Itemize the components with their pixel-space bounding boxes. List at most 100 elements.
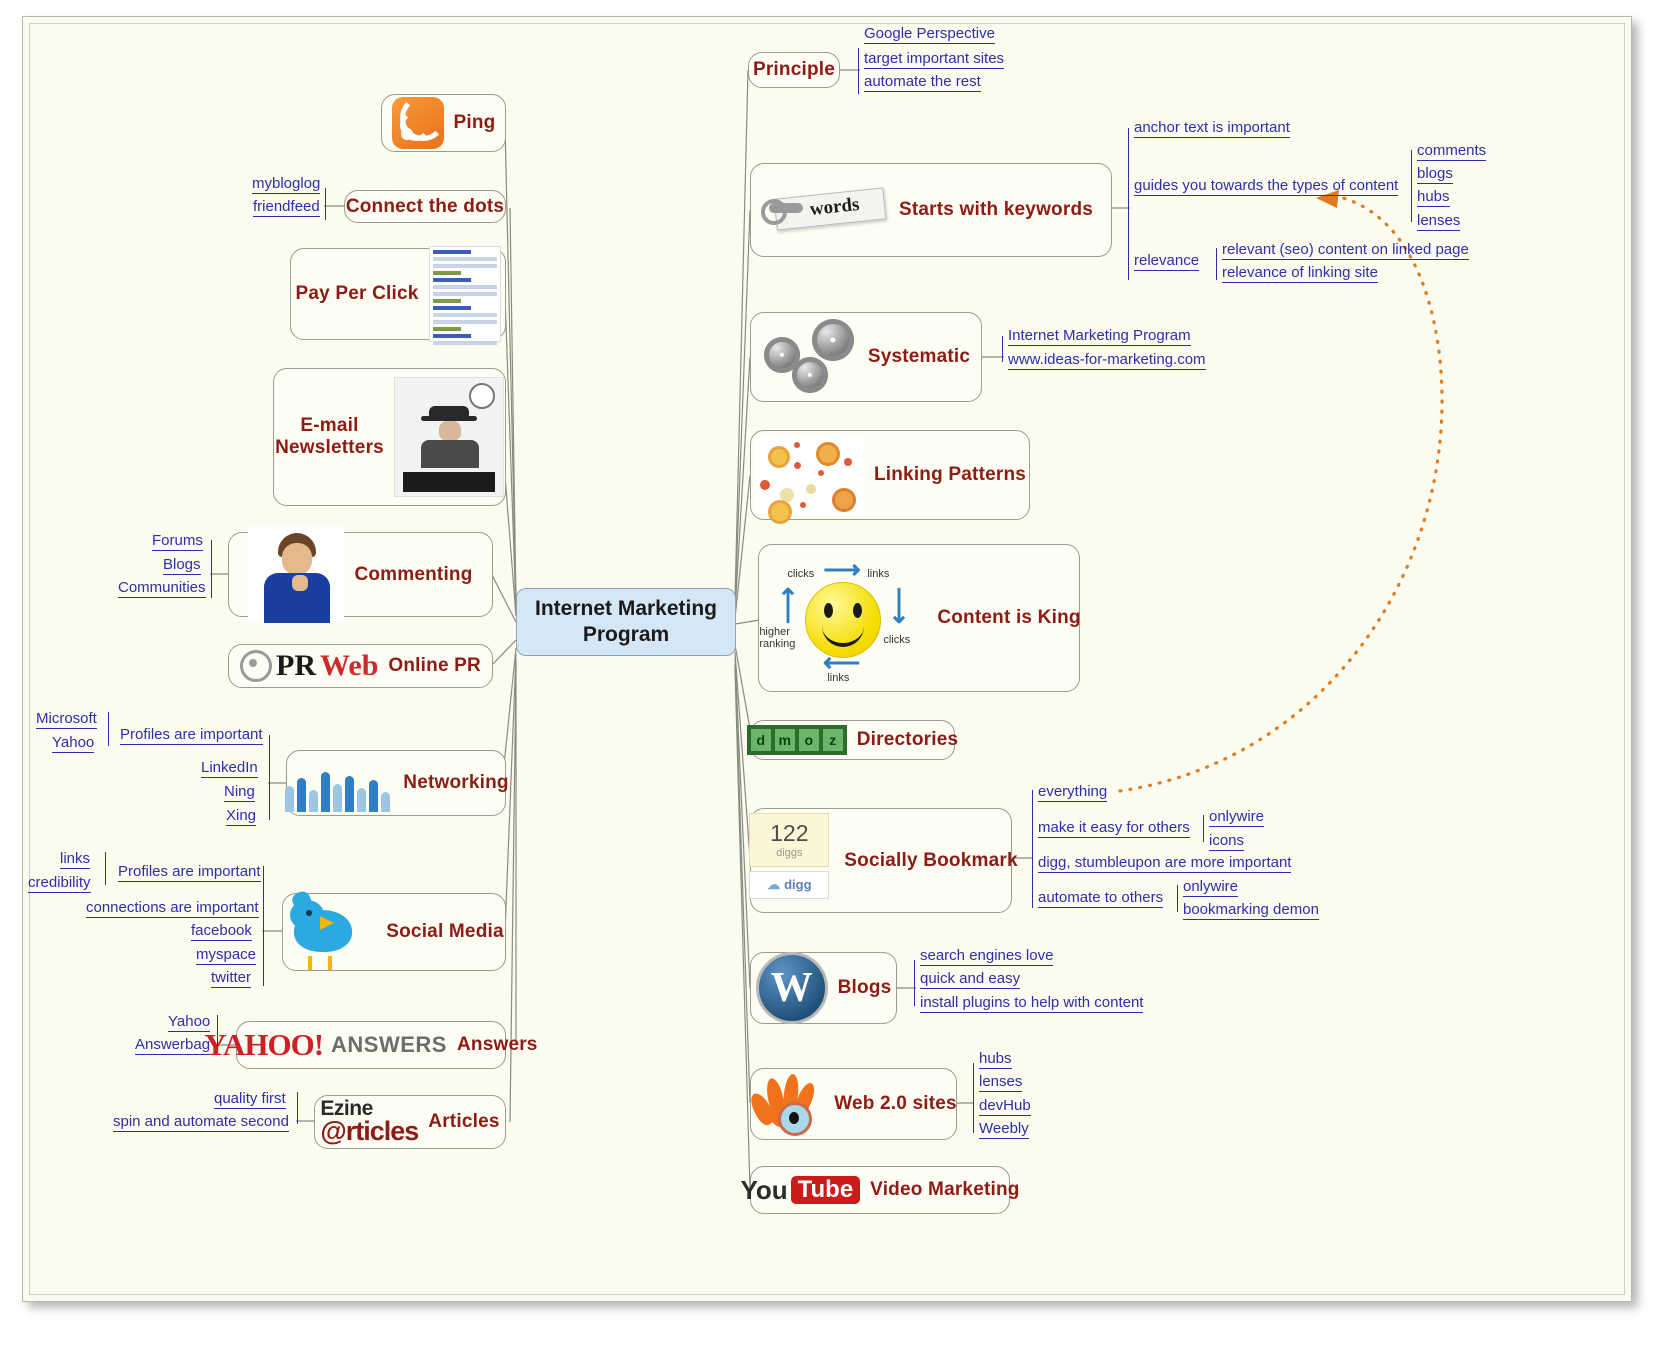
leaf-mybloglog[interactable]: mybloglog bbox=[252, 176, 321, 194]
leaf-internet-marketing-program[interactable]: Internet Marketing Program bbox=[1008, 328, 1191, 346]
topic-label: Social Media bbox=[386, 921, 504, 942]
leaf-anchor-text-is-important[interactable]: anchor text is important bbox=[1134, 120, 1290, 138]
leaf-group-bar bbox=[1128, 128, 1130, 280]
twitter-bird-icon bbox=[284, 889, 376, 972]
leaf-target-important-sites[interactable]: target important sites bbox=[864, 51, 1005, 69]
leaf-search-engines-love[interactable]: search engines love bbox=[920, 948, 1054, 966]
leaf-hubs-web20[interactable]: hubs bbox=[979, 1051, 1012, 1069]
topic-video-marketing[interactable]: You Tube Video Marketing bbox=[740, 1166, 1019, 1214]
typewriter-photo-icon bbox=[393, 377, 504, 497]
leaf-answerbag[interactable]: Answerbag bbox=[135, 1037, 211, 1055]
leaf-digg-stumbleupon-more-important[interactable]: digg, stumbleupon are more important bbox=[1038, 855, 1292, 873]
leaf-microsoft[interactable]: Microsoft bbox=[36, 711, 97, 729]
leaf-yahoo[interactable]: Yahoo bbox=[52, 735, 95, 753]
leaf-xing[interactable]: Xing bbox=[226, 808, 257, 826]
topic-principle[interactable]: Principle bbox=[748, 52, 840, 88]
leaf-forums[interactable]: Forums bbox=[152, 533, 203, 551]
topic-linking-patterns[interactable]: Linking Patterns bbox=[750, 430, 1030, 524]
leaf-lenses-web20[interactable]: lenses bbox=[979, 1074, 1023, 1092]
topic-label: Content is King bbox=[937, 607, 1081, 628]
topic-directories[interactable]: dmoz Directories bbox=[746, 720, 959, 760]
leaf-credibility[interactable]: credibility bbox=[28, 875, 91, 893]
topic-label: Answers bbox=[456, 1034, 538, 1055]
leaf-quality-first[interactable]: quality first bbox=[214, 1091, 286, 1109]
leaf-links[interactable]: links bbox=[60, 851, 91, 869]
leaf-devhub[interactable]: devHub bbox=[979, 1098, 1031, 1116]
cycle-arrow-left: ⟶ bbox=[772, 586, 803, 625]
leaf-communities[interactable]: Communities bbox=[118, 580, 206, 598]
topic-email-newsletters[interactable]: E-mail Newsletters bbox=[273, 368, 506, 506]
leaf-group-bar bbox=[1002, 336, 1004, 362]
topic-starts-with-keywords[interactable]: words Starts with keywords bbox=[750, 163, 1112, 257]
leaf-friendfeed[interactable]: friendfeed bbox=[253, 199, 320, 217]
leaf-connections-are-important[interactable]: connections are important bbox=[86, 900, 259, 918]
leaf-group-bar bbox=[210, 540, 212, 598]
leaf-myspace[interactable]: myspace bbox=[196, 947, 257, 965]
topic-pay-per-click[interactable]: Pay Per Click bbox=[290, 246, 506, 345]
leaf-bookmarking-demon[interactable]: bookmarking demon bbox=[1183, 902, 1319, 920]
leaf-group-bar bbox=[858, 48, 860, 94]
topic-social-media[interactable]: Social Media bbox=[282, 889, 506, 972]
topic-label: Video Marketing bbox=[870, 1179, 1020, 1200]
leaf-blogs-keywords[interactable]: blogs bbox=[1417, 166, 1453, 184]
topic-connect-the-dots[interactable]: Connect the dots bbox=[344, 190, 506, 223]
leaf-facebook[interactable]: facebook bbox=[191, 923, 252, 941]
topic-label: Commenting bbox=[354, 563, 473, 585]
topic-socially-bookmark[interactable]: 122 diggs ☁ digg Socially Bookmark bbox=[749, 808, 1018, 913]
topic-label: E-mail Newsletters bbox=[275, 415, 384, 459]
leaf-everything[interactable]: everything bbox=[1038, 784, 1108, 802]
leaf-make-it-easy-for-others[interactable]: make it easy for others bbox=[1038, 820, 1190, 838]
leaf-spin-and-automate-second[interactable]: spin and automate second bbox=[113, 1114, 289, 1132]
leaf-weebly[interactable]: Weebly bbox=[979, 1121, 1029, 1139]
leaf-twitter[interactable]: twitter bbox=[211, 970, 252, 988]
cycle-label-links-top: links bbox=[867, 568, 890, 580]
topic-answers[interactable]: YAHOO! ANSWERS Answers bbox=[204, 1021, 537, 1069]
topic-blogs[interactable]: W Blogs bbox=[750, 952, 897, 1024]
leaf-install-plugins[interactable]: install plugins to help with content bbox=[920, 995, 1144, 1013]
leaf-guides-you-towards-types-of-content[interactable]: guides you towards the types of content bbox=[1134, 178, 1399, 196]
topic-content-is-king[interactable]: ⟶ ⟶ ⟶ ⟶ clicks links clicks links higher… bbox=[758, 544, 1081, 692]
smiley-face-icon bbox=[805, 582, 882, 658]
digg-count: 122 bbox=[770, 820, 809, 846]
leaf-lenses-keywords[interactable]: lenses bbox=[1417, 213, 1461, 231]
leaf-google-perspective[interactable]: Google Perspective bbox=[864, 26, 995, 44]
cycle-label-higher-ranking: higher ranking bbox=[759, 626, 796, 651]
topic-label: Web 2.0 sites bbox=[834, 1093, 957, 1114]
topic-systematic[interactable]: Systematic bbox=[750, 312, 982, 402]
leaf-relevance[interactable]: relevance bbox=[1134, 253, 1200, 271]
leaf-onlywire-automate[interactable]: onlywire bbox=[1183, 879, 1239, 897]
leaf-profiles-are-important-social[interactable]: Profiles are important bbox=[118, 864, 261, 882]
leaf-yahoo-answers[interactable]: Yahoo bbox=[168, 1014, 211, 1032]
leaf-group-bar bbox=[1216, 248, 1218, 280]
youtube-you-text: You bbox=[740, 1174, 788, 1205]
topic-ping[interactable]: Ping bbox=[381, 94, 506, 152]
leaf-ning[interactable]: Ning bbox=[224, 784, 255, 802]
leaf-quick-and-easy[interactable]: quick and easy bbox=[920, 971, 1021, 989]
leaf-blogs[interactable]: Blogs bbox=[163, 557, 201, 575]
gears-icon bbox=[762, 317, 858, 397]
cycle-label-links-bottom: links bbox=[827, 672, 850, 684]
leaf-profiles-are-important[interactable]: Profiles are important bbox=[120, 727, 263, 745]
topic-web-20-sites[interactable]: Web 2.0 sites bbox=[747, 1068, 957, 1140]
leaf-relevant-seo-content-on-linked-page[interactable]: relevant (seo) content on linked page bbox=[1222, 242, 1469, 260]
central-topic[interactable]: Internet Marketing Program bbox=[516, 588, 736, 656]
topic-commenting[interactable]: Commenting bbox=[228, 526, 493, 623]
digg-label: digg bbox=[784, 877, 812, 892]
leaf-group-bar bbox=[324, 188, 326, 220]
leaf-icons[interactable]: icons bbox=[1209, 833, 1245, 851]
topic-articles[interactable]: Ezine @rticles Articles bbox=[314, 1095, 506, 1149]
topic-online-pr[interactable]: PR Web Online PR bbox=[228, 644, 493, 688]
topic-networking[interactable]: Networking bbox=[285, 750, 509, 816]
topic-label: Networking bbox=[403, 772, 509, 793]
leaf-ideas-for-marketing-url[interactable]: www.ideas-for-marketing.com bbox=[1008, 352, 1206, 370]
topic-label: Articles bbox=[428, 1111, 500, 1132]
leaf-automate-to-others[interactable]: automate to others bbox=[1038, 890, 1164, 908]
leaf-automate-the-rest[interactable]: automate the rest bbox=[864, 74, 981, 92]
topic-label: Directories bbox=[856, 729, 959, 750]
leaf-relevance-of-linking-site[interactable]: relevance of linking site bbox=[1222, 265, 1378, 283]
prweb-pr-text: PR bbox=[276, 649, 317, 682]
leaf-comments[interactable]: comments bbox=[1417, 143, 1487, 161]
leaf-hubs-keywords[interactable]: hubs bbox=[1417, 189, 1450, 207]
leaf-onlywire-easy[interactable]: onlywire bbox=[1209, 809, 1265, 827]
leaf-linkedin[interactable]: LinkedIn bbox=[201, 760, 258, 778]
